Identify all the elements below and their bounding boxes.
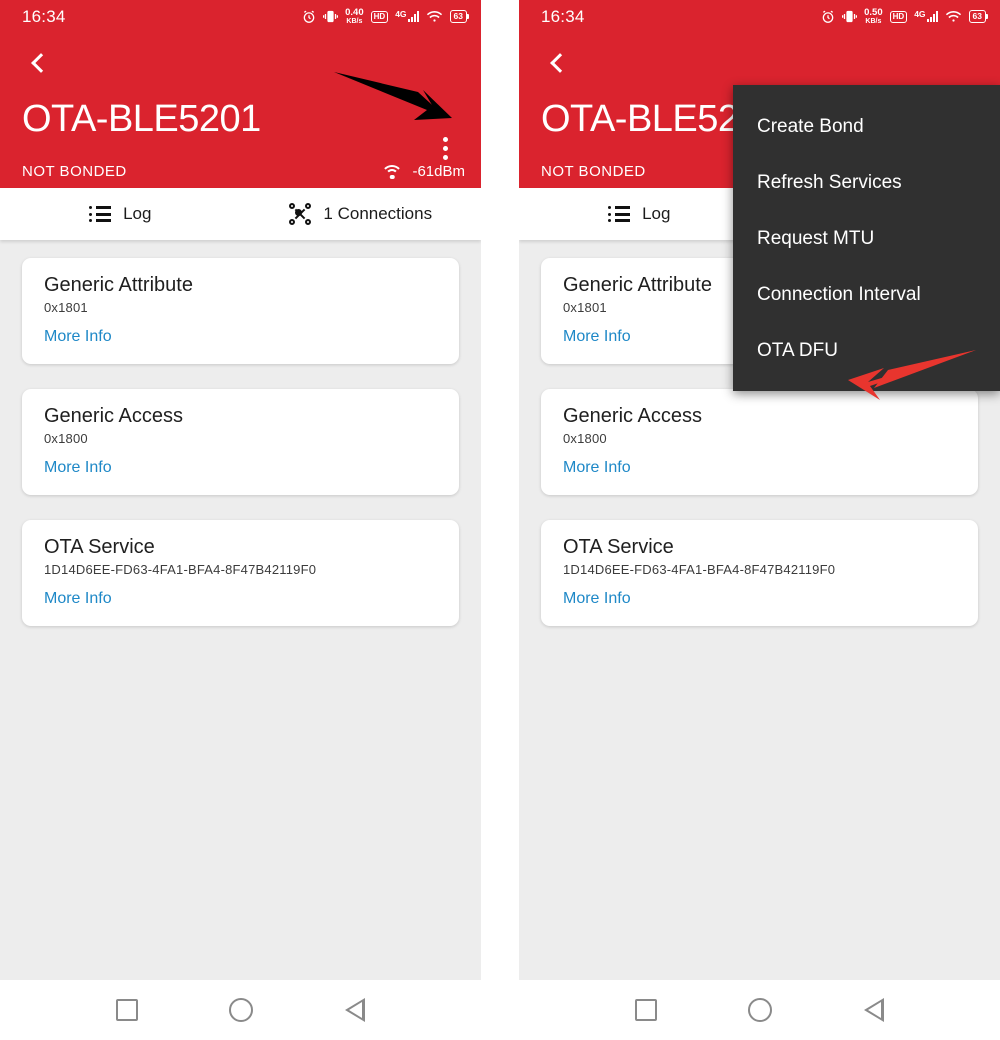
back-chevron-icon[interactable] bbox=[18, 43, 58, 83]
vibrate-icon bbox=[323, 10, 339, 23]
status-icon-group: 0.40 KB/s HD 4G 63 bbox=[302, 7, 470, 25]
more-info-link[interactable]: More Info bbox=[563, 590, 956, 608]
status-bar: 16:34 0.50 KB/s HD 4G 63 bbox=[519, 0, 1000, 33]
status-clock: 16:34 bbox=[22, 6, 66, 26]
hd-badge-icon: HD bbox=[889, 10, 908, 23]
service-card[interactable]: OTA Service 1D14D6EE-FD63-4FA1-BFA4-8F47… bbox=[541, 520, 978, 626]
tab-connections[interactable]: 1 Connections bbox=[241, 188, 482, 240]
android-nav-bar bbox=[519, 980, 1000, 1040]
circle-home-icon[interactable] bbox=[229, 998, 254, 1022]
service-card[interactable]: Generic Access 0x1800 More Info bbox=[541, 389, 978, 495]
tab-connections-label: 1 Connections bbox=[323, 204, 433, 223]
app-bar: OTA-BLE5201 NOT BONDED -61dBm bbox=[0, 33, 481, 188]
menu-item-request-mtu[interactable]: Request MTU bbox=[733, 211, 1000, 267]
tab-log-label: Log bbox=[642, 204, 671, 223]
left-phone-screen: 16:34 0.40 KB/s HD 4G 63 OTA-BLE5201 NOT… bbox=[0, 0, 481, 1040]
hd-badge-icon: HD bbox=[370, 10, 389, 23]
service-name: OTA Service bbox=[44, 536, 155, 558]
wifi-icon bbox=[426, 10, 443, 23]
service-uuid: 0x1800 bbox=[563, 431, 607, 446]
service-list: Generic Attribute 0x1801 More Info Gener… bbox=[0, 240, 481, 1040]
tab-bar: Log 1 Connections bbox=[0, 188, 481, 240]
menu-item-ota-dfu[interactable]: OTA DFU bbox=[733, 323, 1000, 379]
rssi-value: -61dBm bbox=[412, 163, 465, 180]
hub-icon bbox=[289, 203, 312, 225]
service-uuid: 0x1801 bbox=[44, 300, 88, 315]
triangle-back-icon[interactable] bbox=[864, 998, 885, 1022]
status-badge: NOT BONDED bbox=[22, 163, 127, 180]
service-name: OTA Service bbox=[563, 536, 674, 558]
network-speed-indicator: 0.50 KB/s bbox=[864, 7, 883, 25]
service-uuid: 0x1800 bbox=[44, 431, 88, 446]
wifi-icon bbox=[945, 10, 962, 23]
back-chevron-icon[interactable] bbox=[537, 43, 577, 83]
status-clock: 16:34 bbox=[541, 6, 585, 26]
overflow-menu[interactable]: Create Bond Refresh Services Request MTU… bbox=[733, 85, 1000, 391]
menu-item-create-bond[interactable]: Create Bond bbox=[733, 99, 1000, 155]
battery-icon: 63 bbox=[449, 10, 470, 23]
cellular-signal-icon: 4G bbox=[395, 9, 419, 22]
battery-icon: 63 bbox=[968, 10, 989, 23]
service-name: Generic Attribute bbox=[44, 274, 193, 296]
page-title: OTA-BLE5201 bbox=[22, 98, 261, 140]
alarm-clock-icon bbox=[821, 10, 835, 24]
square-recents-icon[interactable] bbox=[115, 999, 138, 1021]
service-card[interactable]: OTA Service 1D14D6EE-FD63-4FA1-BFA4-8F47… bbox=[22, 520, 459, 626]
bond-status-row: NOT BONDED -61dBm bbox=[22, 163, 465, 180]
service-uuid: 1D14D6EE-FD63-4FA1-BFA4-8F47B42119F0 bbox=[563, 562, 836, 577]
dual-screenshot-container: 16:34 0.40 KB/s HD 4G 63 OTA-BLE5201 NOT… bbox=[0, 0, 1000, 1040]
rssi-group: -61dBm bbox=[381, 163, 465, 180]
android-nav-bar bbox=[0, 980, 481, 1040]
right-phone-screen: 16:34 0.50 KB/s HD 4G 63 OTA-BLE5201 NOT… bbox=[519, 0, 1000, 1040]
tab-log[interactable]: Log bbox=[519, 188, 760, 240]
more-info-link[interactable]: More Info bbox=[44, 590, 437, 608]
tab-log-label: Log bbox=[123, 204, 152, 223]
circle-home-icon[interactable] bbox=[748, 998, 773, 1022]
alarm-clock-icon bbox=[302, 10, 316, 24]
service-name: Generic Access bbox=[563, 405, 702, 427]
status-icon-group: 0.50 KB/s HD 4G 63 bbox=[821, 7, 989, 25]
more-info-link[interactable]: More Info bbox=[563, 459, 956, 477]
menu-item-connection-interval[interactable]: Connection Interval bbox=[733, 267, 1000, 323]
triangle-back-icon[interactable] bbox=[345, 998, 366, 1022]
cellular-signal-icon: 4G bbox=[914, 9, 938, 22]
list-icon bbox=[89, 206, 111, 222]
vibrate-icon bbox=[842, 10, 858, 23]
status-bar: 16:34 0.40 KB/s HD 4G 63 bbox=[0, 0, 481, 33]
service-name: Generic Access bbox=[44, 405, 183, 427]
list-icon bbox=[608, 206, 630, 222]
service-uuid: 1D14D6EE-FD63-4FA1-BFA4-8F47B42119F0 bbox=[44, 562, 317, 577]
service-card[interactable]: Generic Attribute 0x1801 More Info bbox=[22, 258, 459, 364]
service-card[interactable]: Generic Access 0x1800 More Info bbox=[22, 389, 459, 495]
network-speed-indicator: 0.40 KB/s bbox=[345, 7, 364, 25]
signal-strength-icon bbox=[381, 164, 404, 180]
more-info-link[interactable]: More Info bbox=[44, 328, 437, 346]
square-recents-icon[interactable] bbox=[634, 999, 657, 1021]
menu-item-refresh-services[interactable]: Refresh Services bbox=[733, 155, 1000, 211]
more-info-link[interactable]: More Info bbox=[44, 459, 437, 477]
status-badge: NOT BONDED bbox=[541, 163, 646, 180]
tab-log[interactable]: Log bbox=[0, 188, 241, 240]
panel-divider bbox=[481, 0, 519, 1040]
